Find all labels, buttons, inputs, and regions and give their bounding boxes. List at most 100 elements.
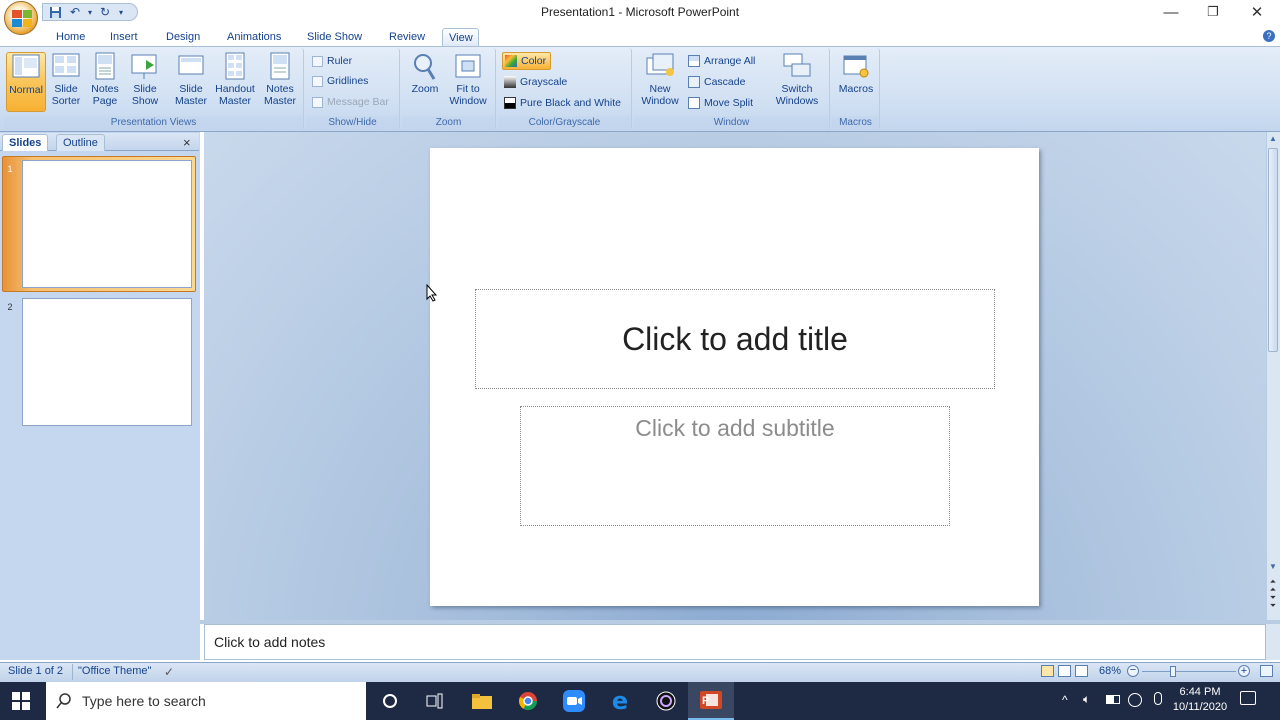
zoom-out-icon[interactable]: − bbox=[1127, 665, 1139, 677]
scroll-down-icon[interactable]: ▼ bbox=[1267, 562, 1279, 571]
obs-icon[interactable] bbox=[643, 682, 689, 720]
group-color-grayscale: Color Grayscale Pure Black and White Col… bbox=[498, 48, 632, 130]
powerpoint-taskbar-icon[interactable]: P bbox=[688, 682, 734, 720]
notes-pane[interactable]: Click to add notes bbox=[204, 624, 1266, 660]
next-slide-icon[interactable]: ⏷ ⏷ bbox=[1267, 594, 1279, 610]
taskbar-clock[interactable]: 6:44 PM 10/11/2020 bbox=[1170, 685, 1230, 715]
grayscale-button[interactable]: Grayscale bbox=[504, 73, 567, 91]
handout-master-button[interactable]: Handout Master bbox=[212, 52, 258, 107]
slide-sorter-button[interactable]: Slide Sorter bbox=[48, 52, 84, 107]
slide-thumbnail-1[interactable] bbox=[22, 160, 192, 288]
tab-home[interactable]: Home bbox=[50, 28, 91, 46]
cortana-icon[interactable] bbox=[367, 682, 413, 720]
gridlines-checkbox[interactable]: Gridlines bbox=[312, 72, 368, 90]
message-bar-check-icon bbox=[312, 96, 323, 108]
restore-button[interactable]: ❐ bbox=[1192, 0, 1234, 24]
microphone-icon[interactable] bbox=[1154, 692, 1162, 705]
zoom-button[interactable]: Zoom bbox=[406, 52, 444, 95]
tab-slide-show[interactable]: Slide Show bbox=[301, 28, 368, 46]
zoom-level[interactable]: 68% bbox=[1099, 665, 1121, 677]
fit-to-window-button[interactable]: Fit to Window bbox=[446, 52, 490, 107]
zoom-app-icon[interactable] bbox=[551, 682, 597, 720]
file-explorer-icon[interactable] bbox=[459, 682, 505, 720]
switch-windows-label: Switch Windows bbox=[775, 83, 819, 107]
sorter-view-shortcut-icon[interactable] bbox=[1058, 665, 1071, 677]
cascade-button[interactable]: Cascade bbox=[688, 73, 745, 91]
slide-thumbnail-2[interactable] bbox=[22, 298, 192, 426]
message-bar-label: Message Bar bbox=[327, 96, 389, 108]
edge-icon[interactable]: e bbox=[597, 682, 643, 720]
ruler-label: Ruler bbox=[327, 55, 353, 67]
slide-show-label: Slide Show bbox=[131, 83, 159, 107]
tab-view[interactable]: View bbox=[442, 28, 479, 46]
new-window-button[interactable]: New Window bbox=[638, 52, 682, 107]
black-white-icon bbox=[504, 97, 516, 109]
taskbar-search-box[interactable]: Type here to search bbox=[46, 682, 366, 720]
theme-status[interactable]: "Office Theme" bbox=[78, 665, 151, 677]
previous-slide-icon[interactable]: ⏶ ⏶ bbox=[1267, 578, 1279, 594]
title-placeholder[interactable]: Click to add title bbox=[475, 289, 995, 389]
fit-slide-icon[interactable] bbox=[1260, 665, 1273, 677]
zoom-slider-track[interactable] bbox=[1142, 671, 1236, 672]
slide-show-icon bbox=[130, 52, 160, 80]
slideshow-shortcut-icon[interactable] bbox=[1075, 665, 1088, 677]
color-button[interactable]: Color bbox=[502, 52, 552, 70]
minimize-button[interactable]: — bbox=[1150, 0, 1192, 24]
move-split-button[interactable]: Move Split bbox=[688, 94, 753, 112]
notes-page-button[interactable]: Notes Page bbox=[86, 52, 124, 107]
normal-view-icon bbox=[11, 53, 41, 81]
color-grayscale-group-label: Color/Grayscale bbox=[498, 116, 631, 129]
zoom-slider-thumb[interactable] bbox=[1170, 666, 1176, 677]
notes-master-label: Notes Master bbox=[263, 83, 297, 107]
close-pane-icon[interactable]: × bbox=[183, 135, 191, 150]
help-icon[interactable]: ? bbox=[1263, 30, 1275, 42]
tab-review[interactable]: Review bbox=[383, 28, 431, 46]
subtitle-placeholder-text: Click to add subtitle bbox=[635, 415, 835, 441]
switch-windows-button[interactable]: Switch Windows bbox=[770, 52, 824, 107]
pure-black-white-label: Pure Black and White bbox=[520, 97, 621, 109]
close-button[interactable]: ✕ bbox=[1236, 0, 1278, 24]
gridlines-label: Gridlines bbox=[327, 75, 369, 87]
spell-check-icon[interactable]: ✓ bbox=[164, 665, 174, 679]
fit-to-window-label: Fit to Window bbox=[449, 83, 487, 107]
volume-icon[interactable]: 🔈︎ bbox=[1083, 692, 1090, 707]
slide-master-button[interactable]: Slide Master bbox=[170, 52, 212, 107]
notes-placeholder: Click to add notes bbox=[214, 634, 326, 650]
tab-slides[interactable]: Slides bbox=[2, 134, 49, 151]
arrange-all-button[interactable]: Arrange All bbox=[688, 52, 755, 70]
normal-label: Normal bbox=[9, 84, 43, 96]
slide-show-button[interactable]: Slide Show bbox=[126, 52, 164, 107]
slide-number-2: 2 bbox=[7, 302, 13, 312]
normal-view-shortcut-icon[interactable] bbox=[1041, 665, 1054, 677]
tab-outline[interactable]: Outline bbox=[56, 134, 105, 151]
macros-group-label: Macros bbox=[832, 116, 879, 129]
tab-insert[interactable]: Insert bbox=[104, 28, 144, 46]
slide-master-icon bbox=[176, 52, 206, 80]
notes-scrollbar[interactable] bbox=[1266, 624, 1280, 660]
macros-button[interactable]: Macros bbox=[836, 52, 876, 95]
office-button[interactable] bbox=[4, 1, 38, 35]
tab-animations[interactable]: Animations bbox=[221, 28, 287, 46]
chrome-icon[interactable] bbox=[505, 682, 551, 720]
tab-design[interactable]: Design bbox=[160, 28, 206, 46]
network-globe-icon[interactable] bbox=[1128, 693, 1142, 707]
scroll-up-icon[interactable]: ▲ bbox=[1267, 134, 1279, 146]
action-center-icon[interactable] bbox=[1240, 691, 1256, 705]
cascade-label: Cascade bbox=[704, 76, 746, 88]
ruler-checkbox[interactable]: Ruler bbox=[312, 52, 352, 70]
svg-text:P: P bbox=[702, 695, 709, 707]
notes-master-button[interactable]: Notes Master bbox=[260, 52, 300, 107]
zoom-group-label: Zoom bbox=[402, 116, 495, 129]
battery-icon[interactable] bbox=[1106, 695, 1120, 704]
subtitle-placeholder[interactable]: Click to add subtitle bbox=[520, 406, 950, 526]
zoom-in-icon[interactable]: + bbox=[1238, 665, 1250, 677]
message-bar-checkbox[interactable]: Message Bar bbox=[312, 93, 389, 111]
show-hidden-icons-icon[interactable]: ^ bbox=[1062, 693, 1068, 707]
color-label: Color bbox=[521, 55, 547, 67]
normal-view-button[interactable]: Normal bbox=[6, 52, 46, 112]
windows-start-icon[interactable] bbox=[12, 692, 30, 713]
pure-black-white-button[interactable]: Pure Black and White bbox=[504, 94, 621, 112]
task-view-icon[interactable] bbox=[412, 682, 458, 720]
scroll-thumb[interactable] bbox=[1268, 148, 1278, 352]
clock-time: 6:44 PM bbox=[1179, 686, 1221, 698]
